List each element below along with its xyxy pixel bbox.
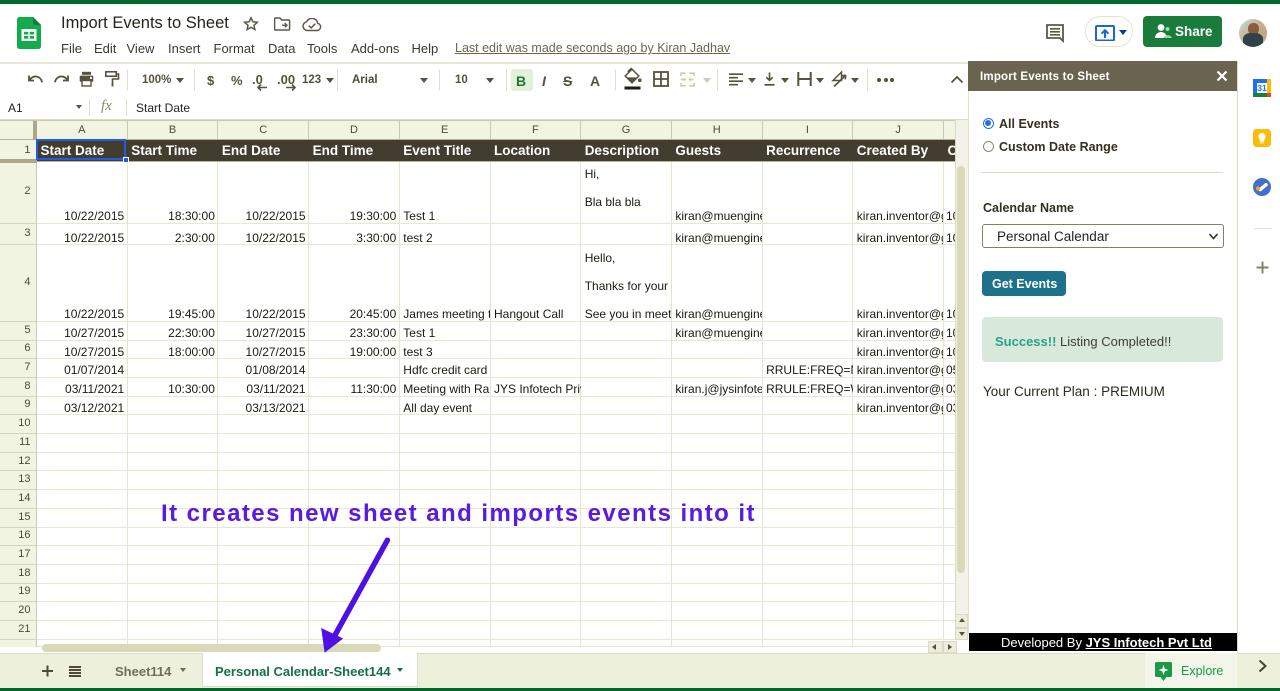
svg-text:31: 31	[1257, 83, 1267, 93]
